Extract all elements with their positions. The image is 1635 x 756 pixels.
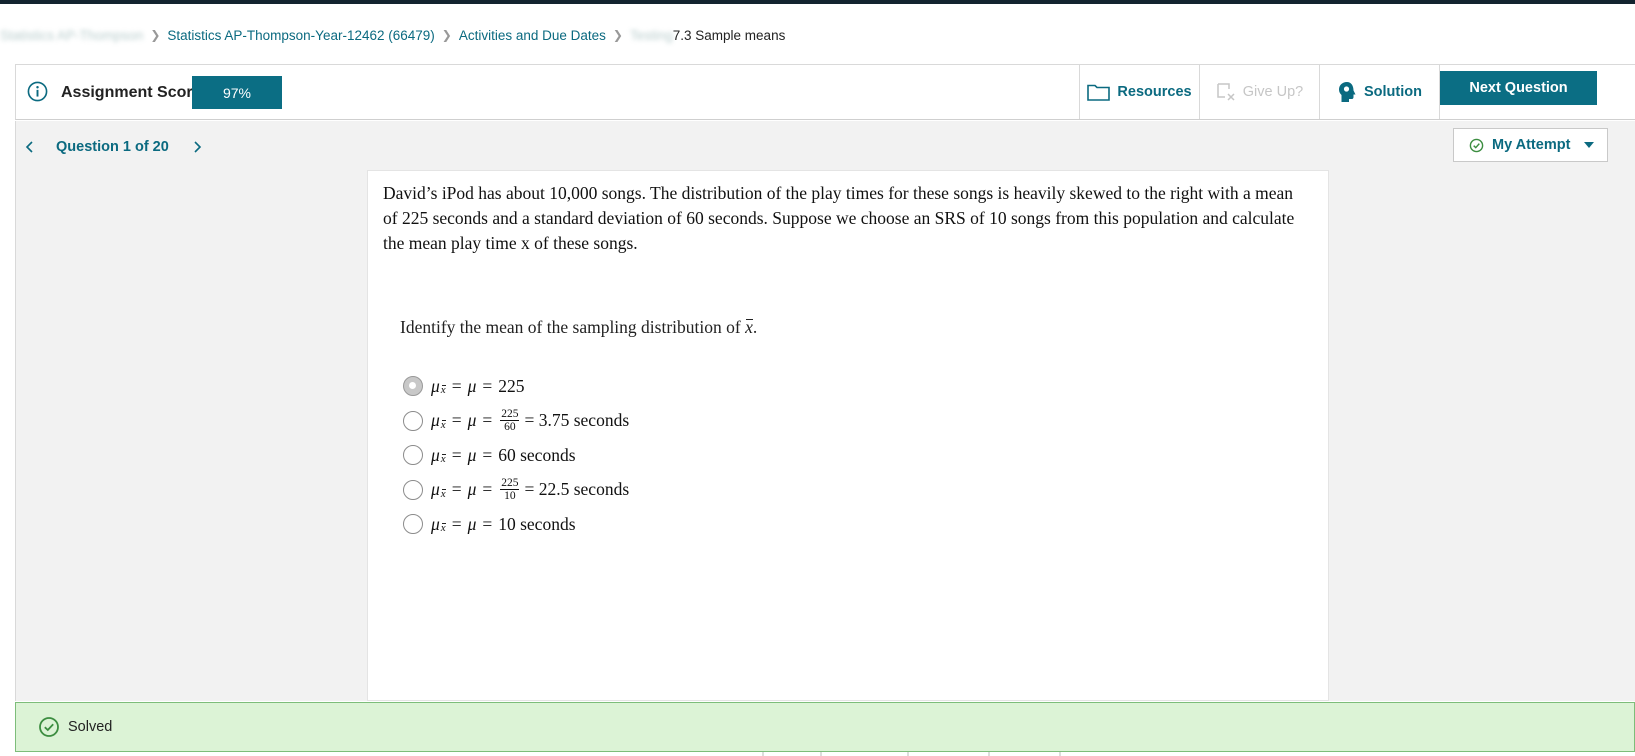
- option-subscript: x: [441, 522, 446, 534]
- assignment-header: Assignment Score: 97% Resources Give Up?…: [15, 64, 1635, 120]
- bottom-dividers: [762, 752, 1061, 756]
- option-value: 10 seconds: [498, 513, 576, 534]
- option-subscript-var: x: [440, 522, 446, 535]
- prompt-end: .: [752, 317, 758, 337]
- assignment-score-label: Assignment Score:: [61, 84, 207, 101]
- radio-button[interactable]: [403, 410, 423, 431]
- radio-button[interactable]: [403, 479, 423, 500]
- breadcrumb-activities-link[interactable]: Activities and Due Dates: [459, 28, 606, 43]
- question-prompt: Identify the mean of the sampling distri…: [400, 317, 757, 338]
- prompt-variable: x: [745, 317, 753, 337]
- answer-option-3[interactable]: μx = μ = 60 seconds: [403, 438, 629, 473]
- answer-options: μx = μ = 225 μx = μ = 225 60 = 3.75 secon…: [403, 369, 629, 542]
- my-attempt-dropdown[interactable]: My Attempt: [1453, 128, 1608, 162]
- breadcrumb-separator-icon: ❯: [612, 28, 623, 42]
- assignment-score-badge: 97%: [192, 76, 282, 109]
- check-circle-icon: [1469, 138, 1484, 152]
- check-circle-icon: [39, 717, 59, 737]
- option-subscript-var: x: [440, 384, 446, 397]
- chevron-left-icon[interactable]: [22, 139, 38, 155]
- option-equals: =: [451, 444, 462, 465]
- option-subscript: x: [441, 488, 446, 500]
- question-card: David’s iPod has about 10,000 songs. The…: [367, 170, 1329, 701]
- solved-status-bar: Solved: [15, 702, 1635, 752]
- option-equals: =: [451, 375, 462, 396]
- answer-option-1[interactable]: μx = μ = 225: [403, 369, 629, 404]
- answer-option-2[interactable]: μx = μ = 225 60 = 3.75 seconds: [403, 404, 629, 439]
- lightbulb-head-icon: [1339, 82, 1356, 102]
- answer-option-5[interactable]: μx = μ = 10 seconds: [403, 507, 629, 542]
- option-mu: μ: [431, 444, 440, 465]
- breadcrumb-course-link[interactable]: Statistics AP-Thompson-Year-12462 (66479…: [167, 28, 434, 43]
- give-up-button[interactable]: Give Up?: [1199, 65, 1319, 119]
- option-subscript-var: x: [440, 453, 446, 466]
- option-equals: =: [482, 513, 493, 534]
- option-equals: =: [482, 444, 493, 465]
- option-equals: =: [482, 479, 493, 500]
- option-value: 225: [498, 375, 525, 396]
- option-value: = 22.5 seconds: [524, 479, 630, 500]
- breadcrumb-root[interactable]: Statistics AP-Thompson: [0, 28, 143, 43]
- prompt-text: Identify the mean of the sampling distri…: [400, 317, 741, 337]
- answer-option-4[interactable]: μx = μ = 225 10 = 22.5 seconds: [403, 473, 629, 508]
- breadcrumb-separator-icon: ❯: [441, 28, 452, 42]
- option-mu: μ: [431, 375, 440, 396]
- solved-label: Solved: [68, 719, 113, 735]
- breadcrumb-current: 7.3 Sample means: [672, 27, 786, 43]
- question-counter[interactable]: Question 1 of 20: [56, 139, 169, 155]
- fraction-numerator: 225: [500, 408, 520, 422]
- option-subscript: x: [441, 453, 446, 465]
- next-question-button[interactable]: Next Question: [1440, 71, 1597, 105]
- breadcrumb: Statistics AP-Thompson ❯ Statistics AP-T…: [0, 24, 785, 46]
- radio-button[interactable]: [403, 445, 423, 466]
- caret-down-icon: [1584, 142, 1594, 148]
- option-mu: μ: [431, 479, 440, 500]
- resources-button[interactable]: Resources: [1079, 65, 1199, 119]
- breadcrumb-separator-icon: ❯: [150, 28, 161, 42]
- question-stem: David’s iPod has about 10,000 songs. The…: [383, 183, 1295, 253]
- option-mu: μ: [467, 410, 477, 431]
- solution-button[interactable]: Solution: [1319, 65, 1439, 119]
- option-equals: =: [451, 513, 462, 534]
- option-fraction: 225 10: [500, 477, 520, 503]
- my-attempt-label: My Attempt: [1492, 137, 1571, 153]
- option-mu: μ: [467, 513, 477, 534]
- question-navigator: Question 1 of 20: [22, 136, 205, 158]
- give-up-icon: [1217, 83, 1235, 101]
- option-mu: μ: [431, 513, 440, 534]
- fraction-denominator: 10: [504, 490, 516, 503]
- option-value: = 3.75 seconds: [524, 410, 630, 431]
- option-subscript: x: [441, 419, 446, 431]
- option-mu: μ: [467, 444, 477, 465]
- fraction-numerator: 225: [500, 477, 520, 491]
- option-value: 60 seconds: [498, 444, 576, 465]
- option-equals: =: [451, 479, 462, 500]
- option-equals: =: [482, 375, 493, 396]
- option-mu: μ: [431, 410, 440, 431]
- radio-button-selected[interactable]: [403, 376, 423, 397]
- chevron-right-icon[interactable]: [189, 139, 205, 155]
- option-subscript-var: x: [440, 418, 446, 431]
- option-equals: =: [451, 410, 462, 431]
- breadcrumb-current-prefix: Testing: [629, 27, 673, 43]
- radio-button[interactable]: [403, 514, 423, 535]
- solution-label: Solution: [1364, 84, 1422, 100]
- give-up-label: Give Up?: [1242, 84, 1304, 100]
- resources-label: Resources: [1117, 84, 1192, 100]
- folder-icon: [1087, 84, 1111, 101]
- top-bar: [0, 0, 1635, 4]
- info-icon[interactable]: [27, 81, 48, 102]
- fraction-denominator: 60: [504, 421, 516, 434]
- option-fraction: 225 60: [500, 408, 520, 434]
- option-equals: =: [482, 410, 493, 431]
- option-subscript: x: [441, 384, 446, 396]
- option-mu: μ: [467, 375, 477, 396]
- option-subscript-var: x: [440, 487, 446, 500]
- option-mu: μ: [467, 479, 477, 500]
